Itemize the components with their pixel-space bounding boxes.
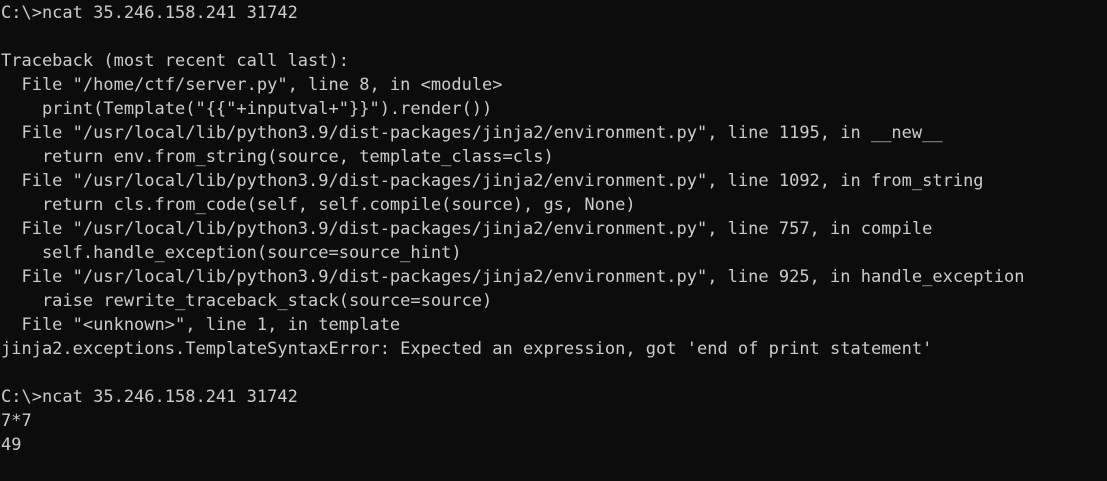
traceback-file-line: File "/usr/local/lib/python3.9/dist-pack… bbox=[1, 171, 984, 191]
traceback-file-line: File "<unknown>", line 1, in template bbox=[1, 315, 401, 335]
output-result-line: 49 bbox=[1, 435, 22, 455]
traceback-code-line: self.handle_exception(source=source_hint… bbox=[1, 243, 462, 263]
traceback-code-line: raise rewrite_traceback_stack(source=sou… bbox=[1, 291, 493, 311]
traceback-code-line: print(Template("{{"+inputval+"}}").rende… bbox=[1, 99, 493, 119]
terminal-window[interactable]: C:\>ncat 35.246.158.241 31742 Traceback … bbox=[0, 0, 1107, 481]
traceback-code-line: return cls.from_code(self, self.compile(… bbox=[1, 195, 636, 215]
command-line-ncat-2: C:\>ncat 35.246.158.241 31742 bbox=[1, 387, 298, 407]
command-line-ncat-1: C:\>ncat 35.246.158.241 31742 bbox=[1, 3, 298, 23]
traceback-code-line: return env.from_string(source, template_… bbox=[1, 147, 554, 167]
traceback-file-line: File "/usr/local/lib/python3.9/dist-pack… bbox=[1, 219, 933, 239]
traceback-file-line: File "/usr/local/lib/python3.9/dist-pack… bbox=[1, 267, 1025, 287]
user-input-line: 7*7 bbox=[1, 411, 32, 431]
traceback-header: Traceback (most recent call last): bbox=[1, 51, 349, 71]
traceback-file-line: File "/home/ctf/server.py", line 8, in <… bbox=[1, 75, 503, 95]
error-message-line: jinja2.exceptions.TemplateSyntaxError: E… bbox=[1, 339, 933, 359]
traceback-file-line: File "/usr/local/lib/python3.9/dist-pack… bbox=[1, 123, 943, 143]
